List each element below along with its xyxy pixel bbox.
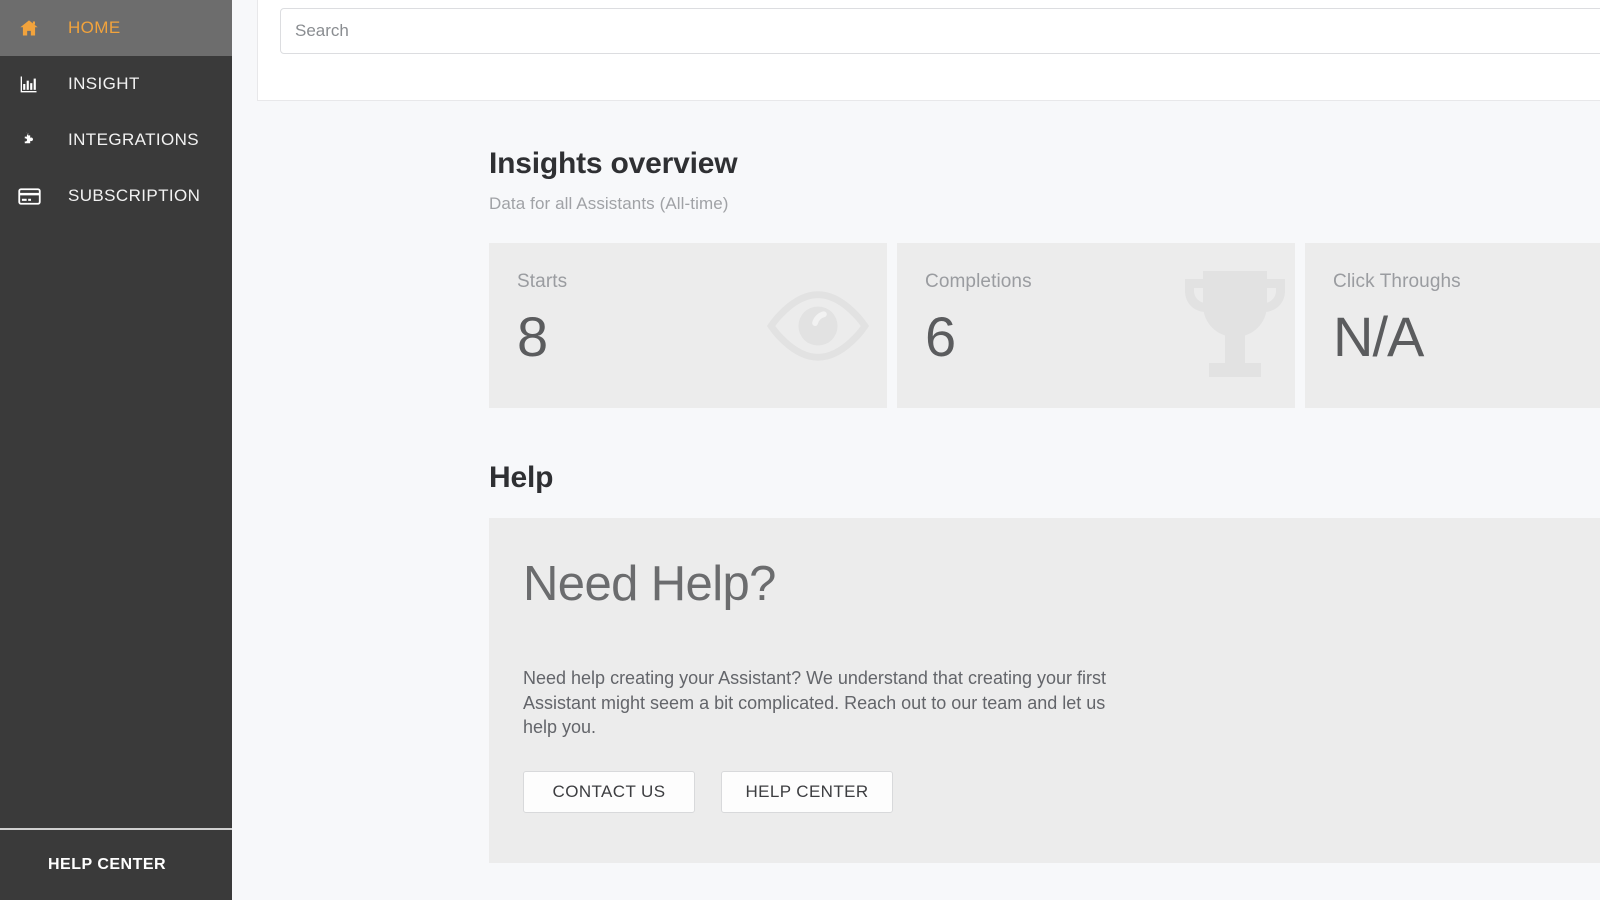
sidebar-nav-list: HOME INSIGHT INTEGRATIONS SUBSCRIPTION: [0, 0, 232, 224]
stat-card-label: Click Throughs: [1333, 271, 1461, 292]
sidebar-item-insight[interactable]: INSIGHT: [0, 56, 232, 112]
help-card-title: Need Help?: [523, 557, 776, 611]
bar-chart-icon: [18, 72, 48, 96]
sidebar-item-subscription[interactable]: SUBSCRIPTION: [0, 168, 232, 224]
main-content: Insights overview Data for all Assistant…: [232, 0, 1600, 900]
sidebar-help-center-label: HELP CENTER: [48, 856, 167, 873]
sidebar-item-home[interactable]: HOME: [0, 0, 232, 56]
content-scroll-area: Insights overview Data for all Assistant…: [232, 113, 1600, 900]
page-title: Insights overview: [489, 147, 738, 180]
help-card-body: Need help creating your Assistant? We un…: [523, 668, 1106, 737]
sidebar-item-label: HOME: [68, 18, 121, 37]
help-center-button[interactable]: HELP CENTER: [721, 771, 893, 813]
sidebar-item-label: INSIGHT: [68, 74, 140, 93]
stat-card-completions[interactable]: Completions 6: [897, 243, 1295, 408]
help-card-buttons: CONTACT US HELP CENTER: [523, 771, 893, 813]
sidebar-item-label: INTEGRATIONS: [68, 130, 200, 149]
puzzle-piece-icon: [18, 128, 48, 152]
contact-us-button[interactable]: CONTACT US: [523, 771, 695, 813]
search-input[interactable]: [280, 8, 1600, 54]
help-card: Need Help? Need help creating your Assis…: [489, 518, 1600, 863]
search-panel: [257, 0, 1600, 101]
trophy-icon: [1173, 267, 1285, 385]
stat-card-click-throughs[interactable]: Click Throughs N/A: [1305, 243, 1600, 408]
page-subtitle: Data for all Assistants (All-time): [489, 194, 729, 213]
stat-card-value: N/A: [1333, 305, 1424, 368]
sidebar-help-center-link[interactable]: HELP CENTER: [0, 828, 232, 900]
sidebar-item-integrations[interactable]: INTEGRATIONS: [0, 112, 232, 168]
stats-card-row: Starts 8 Completions 6 Click Throughs N/…: [489, 243, 1600, 408]
stat-card-value: 8: [517, 305, 548, 368]
app-root: HOME INSIGHT INTEGRATIONS SUBSCRIPTION H…: [0, 0, 1600, 900]
help-section-heading: Help: [489, 461, 554, 494]
sidebar-item-label: SUBSCRIPTION: [68, 186, 201, 205]
credit-card-icon: [18, 184, 48, 208]
stat-card-value: 6: [925, 305, 956, 368]
stat-card-label: Completions: [925, 271, 1032, 292]
stat-card-starts[interactable]: Starts 8: [489, 243, 887, 408]
stat-card-label: Starts: [517, 271, 568, 292]
eye-icon: [759, 283, 877, 369]
home-icon: [18, 16, 48, 40]
sidebar: HOME INSIGHT INTEGRATIONS SUBSCRIPTION H…: [0, 0, 232, 900]
